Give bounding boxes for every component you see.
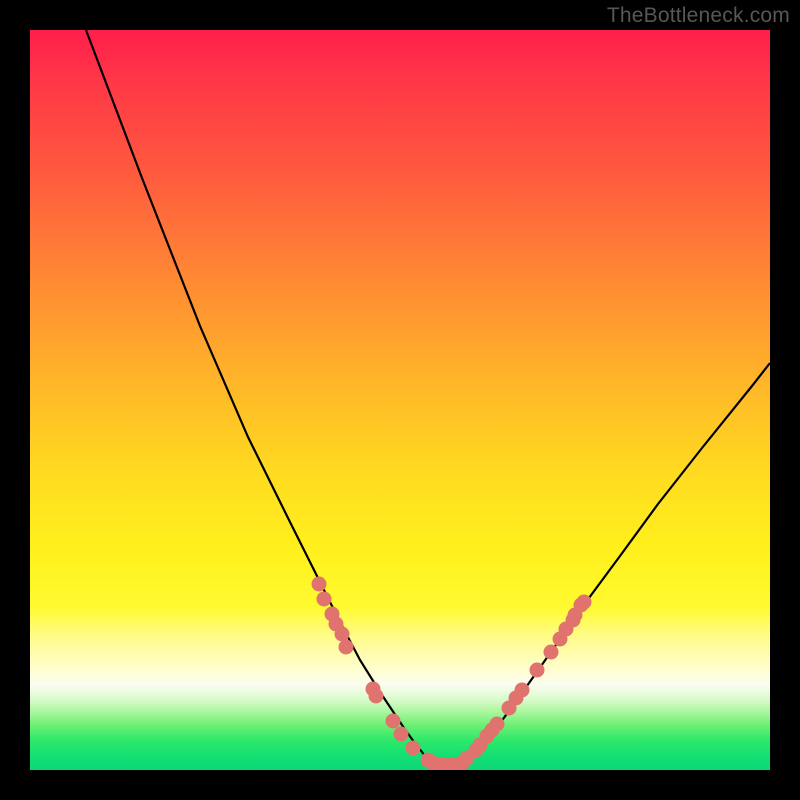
curve-marker xyxy=(406,741,421,756)
curve-marker xyxy=(394,727,409,742)
curve-marker xyxy=(530,663,545,678)
curve-marker xyxy=(312,577,327,592)
curve-marker xyxy=(577,595,592,610)
curve-marker xyxy=(317,592,332,607)
curve-marker xyxy=(386,714,401,729)
chart-svg xyxy=(30,30,770,770)
curve-marker xyxy=(369,689,384,704)
outer-frame: TheBottleneck.com xyxy=(0,0,800,800)
curve-marker xyxy=(544,645,559,660)
bottleneck-curve xyxy=(86,30,770,766)
plot-area xyxy=(30,30,770,770)
curve-marker xyxy=(339,640,354,655)
curve-markers xyxy=(312,577,592,771)
curve-marker xyxy=(335,627,350,642)
curve-marker xyxy=(515,683,530,698)
watermark-text: TheBottleneck.com xyxy=(607,4,790,28)
curve-marker xyxy=(490,717,505,732)
